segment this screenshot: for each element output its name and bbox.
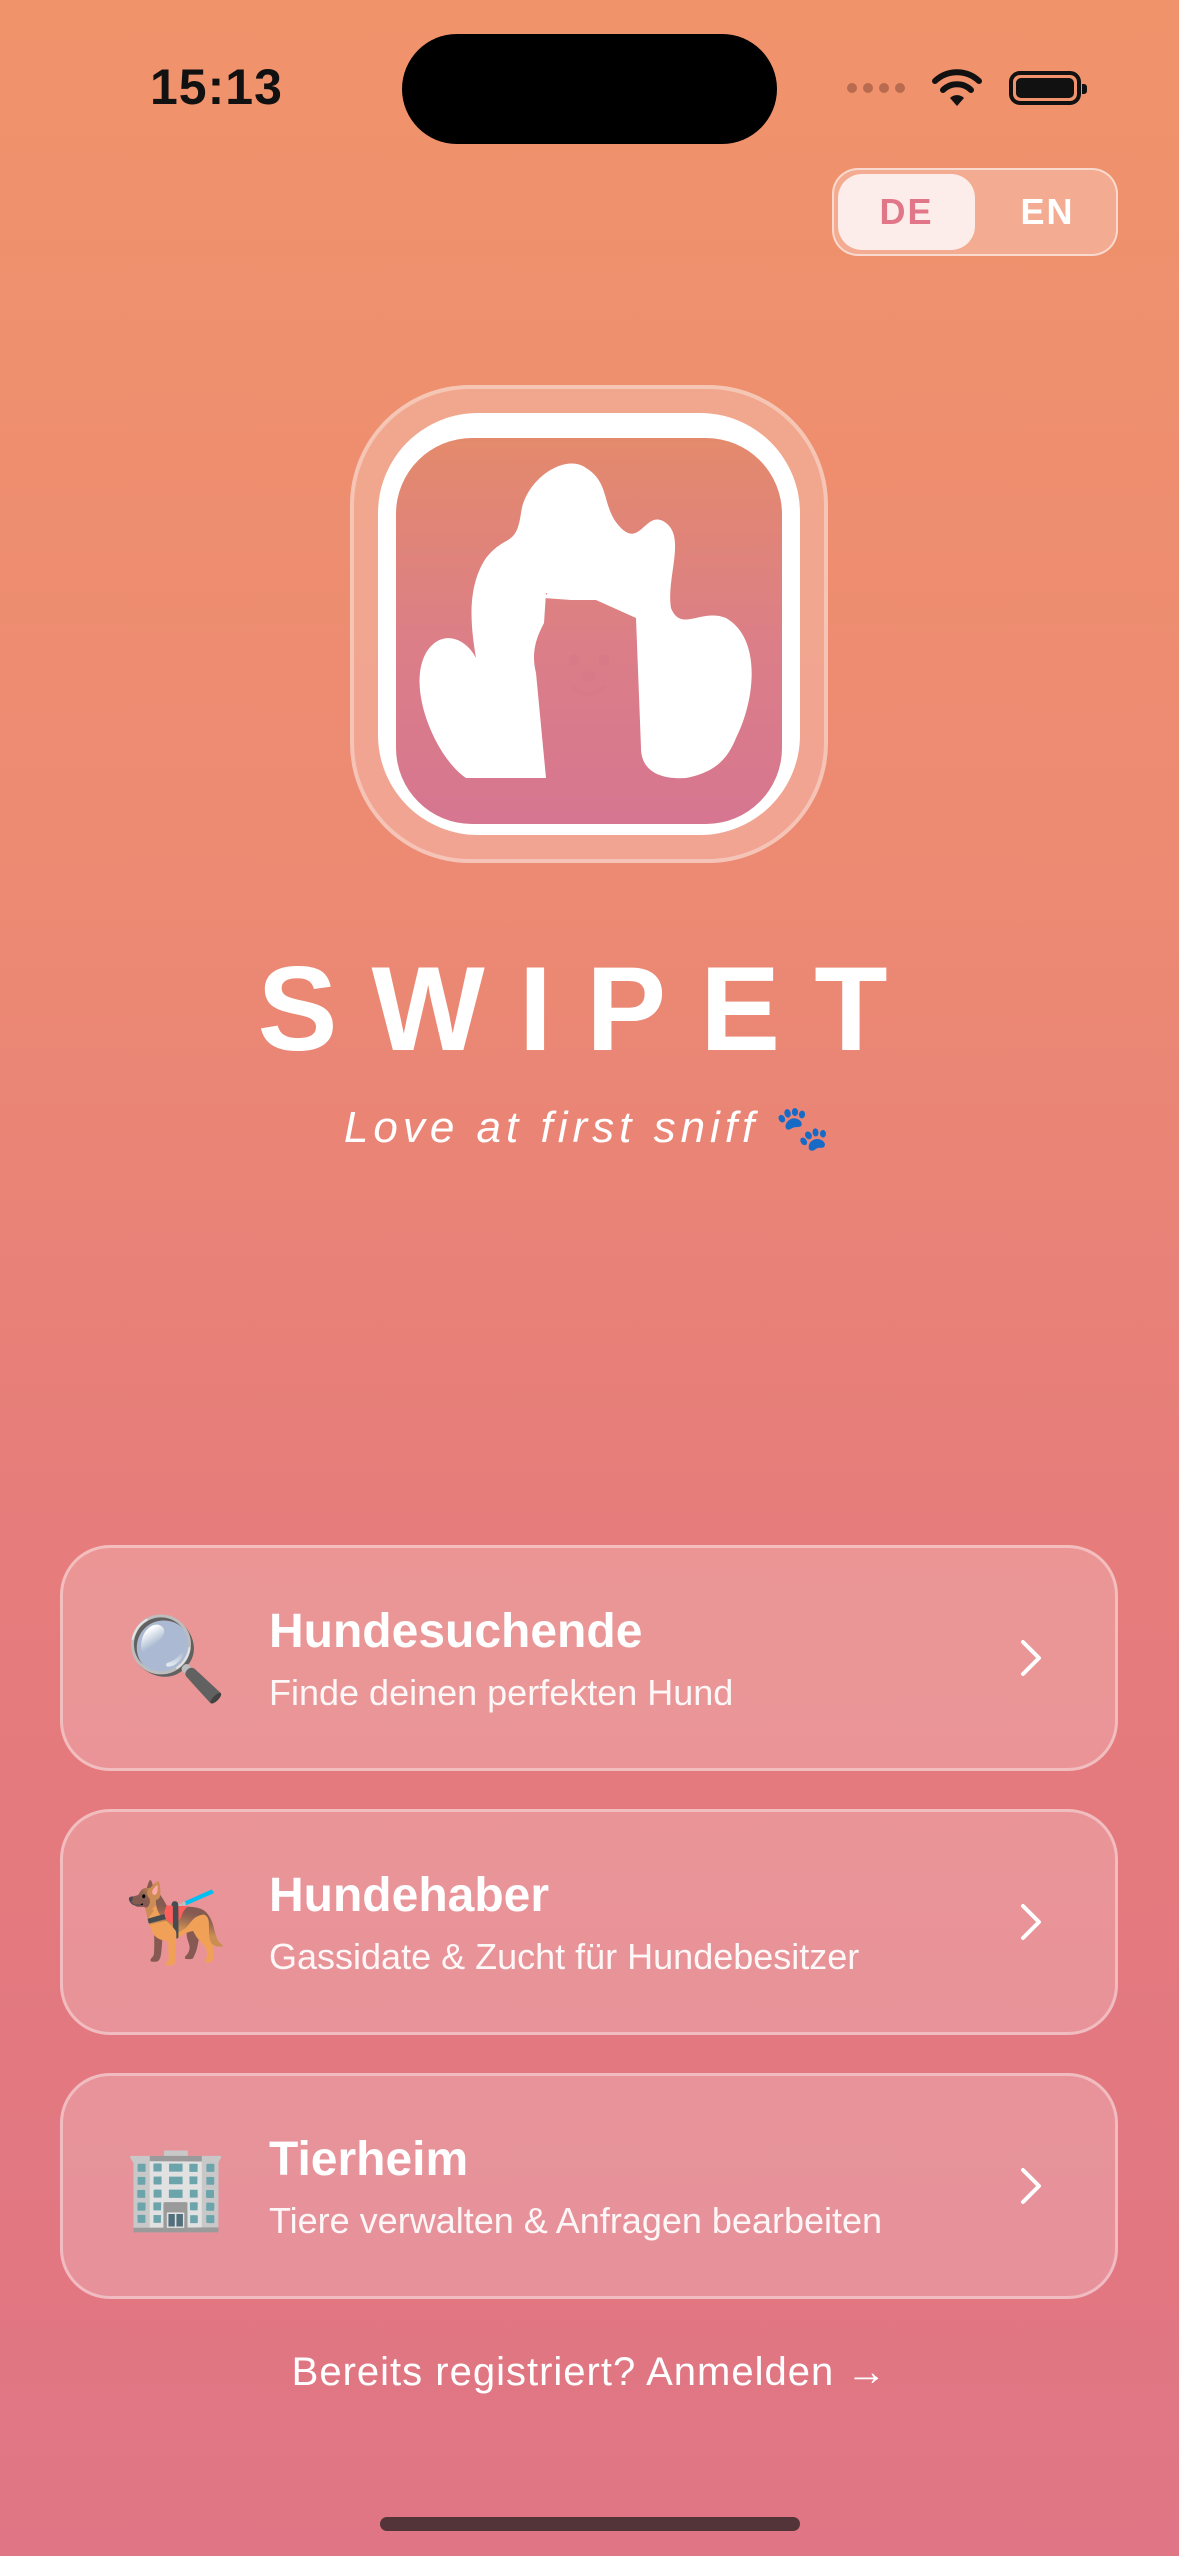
battery-icon — [1009, 71, 1087, 105]
language-toggle: DE EN — [832, 168, 1118, 256]
app-name: SWIPET — [257, 942, 922, 1076]
language-en-button[interactable]: EN — [979, 170, 1116, 254]
dynamic-island — [402, 34, 777, 144]
home-indicator[interactable] — [380, 2517, 800, 2531]
paw-prints-icon: 🐾 — [775, 1104, 836, 1153]
tagline: Love at first sniff 🐾 — [0, 1102, 1179, 1154]
wifi-icon — [932, 69, 982, 106]
role-subtitle: Finde deinen perfekten Hund — [269, 1672, 734, 1713]
role-card-shelter[interactable]: 🏢 Tierheim Tiere verwalten & Anfragen be… — [60, 2073, 1118, 2299]
office-building-icon: 🏢 — [125, 2142, 228, 2233]
chevron-right-icon — [1021, 1904, 1041, 1940]
guide-dog-icon: 🐕‍🦺 — [125, 1878, 228, 1969]
chevron-right-icon — [1021, 1640, 1041, 1676]
role-card-seeker[interactable]: 🔍 Hundesuchende Finde deinen perfekten H… — [60, 1545, 1118, 1771]
app-logo — [396, 438, 782, 824]
language-de-button[interactable]: DE — [838, 174, 975, 250]
role-title: Tierheim — [269, 2133, 469, 2186]
role-title: Hundehaber — [269, 1869, 550, 1922]
tagline-text: Love at first sniff — [343, 1103, 760, 1152]
signin-link[interactable]: Bereits registriert? Anmelden → — [0, 2350, 1179, 2395]
role-card-owner[interactable]: 🐕‍🦺 Hundehaber Gassidate & Zucht für Hun… — [60, 1809, 1118, 2035]
status-icons — [847, 68, 1087, 108]
status-time: 15:13 — [150, 59, 283, 115]
role-title: Hundesuchende — [269, 1605, 643, 1658]
magnifier-icon: 🔍 — [125, 1614, 228, 1705]
role-subtitle: Gassidate & Zucht für Hundebesitzer — [269, 1936, 860, 1977]
cellular-signal-icon — [847, 83, 905, 93]
flame-dog-icon — [419, 463, 752, 779]
chevron-right-icon — [1021, 2168, 1041, 2204]
role-subtitle: Tiere verwalten & Anfragen bearbeiten — [269, 2200, 883, 2241]
